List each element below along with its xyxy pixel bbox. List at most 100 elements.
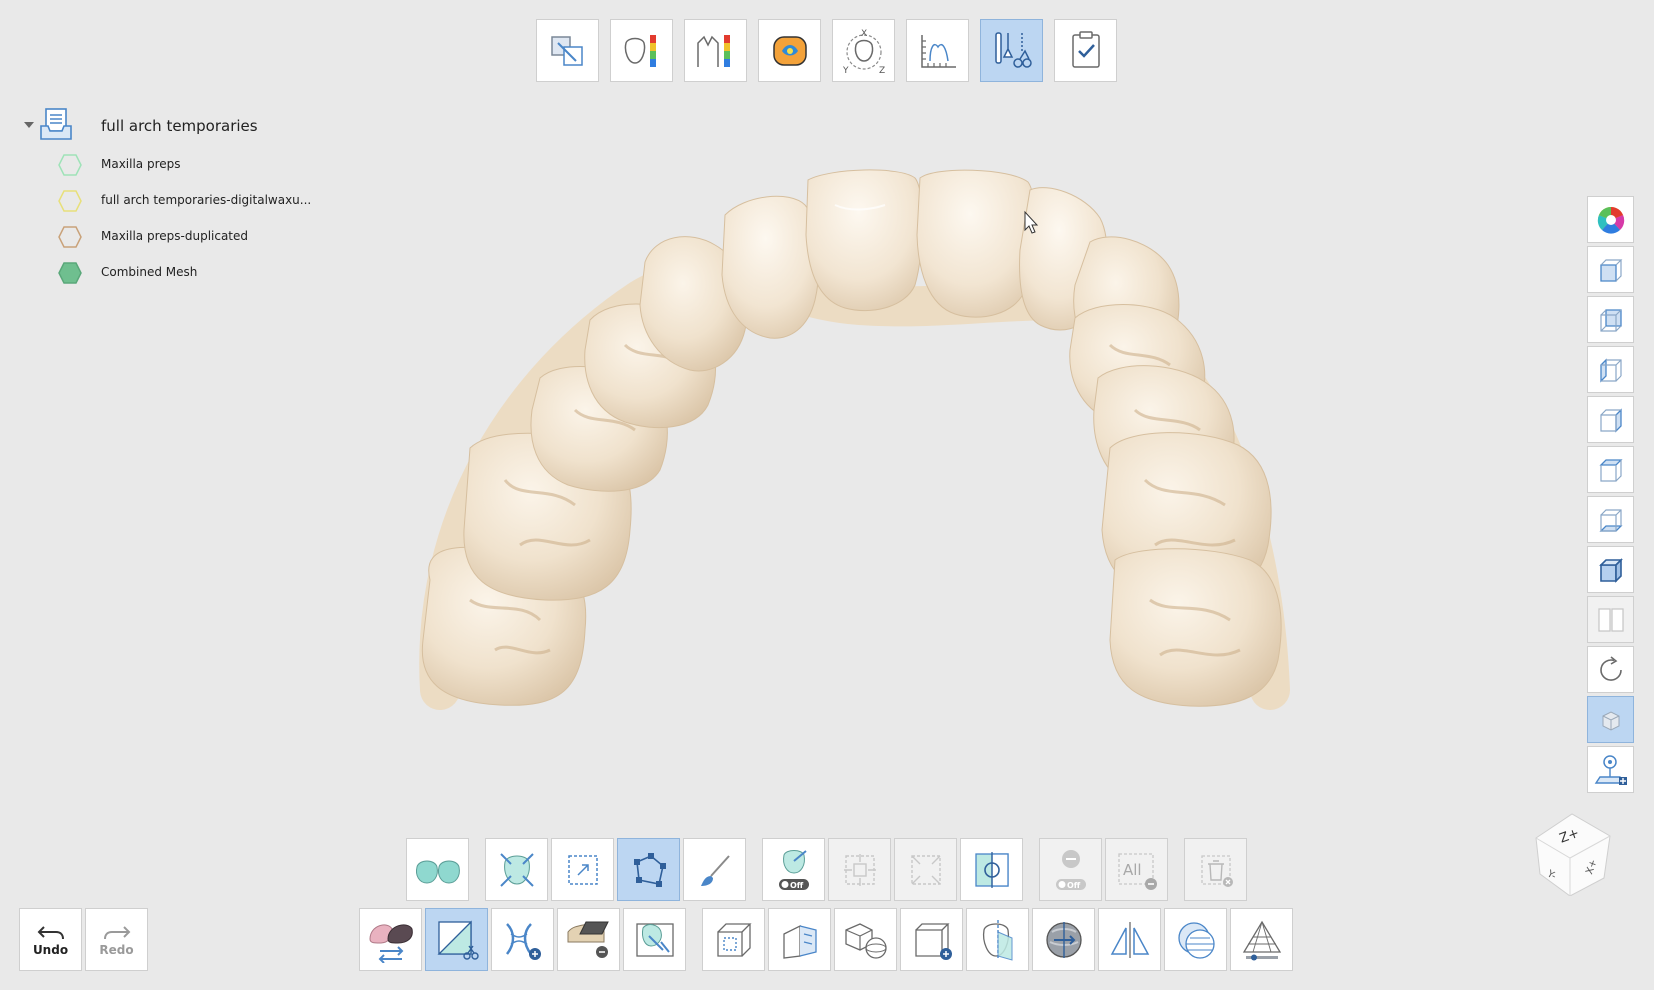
tool-offset[interactable] xyxy=(1032,908,1095,971)
add-primitive-icon xyxy=(844,922,887,959)
invert-selection-icon xyxy=(974,851,1009,888)
top-tool-complete[interactable] xyxy=(1054,19,1117,82)
tool-mirror[interactable] xyxy=(1098,908,1161,971)
occlusion-map-icon xyxy=(772,35,807,66)
sphere-icon xyxy=(1177,921,1215,959)
redo-label: Redo xyxy=(99,942,134,957)
redo-arrow-icon xyxy=(103,925,130,939)
alignment-icon xyxy=(550,35,583,66)
tool-deselect[interactable]: Off xyxy=(1039,838,1102,901)
tool-remesh[interactable] xyxy=(1230,908,1293,971)
mesh-edit-tools-icon xyxy=(994,31,1032,68)
tool-fit-to-view[interactable] xyxy=(485,838,548,901)
tree-item-label[interactable]: Maxilla preps-duplicated xyxy=(101,229,248,243)
delete-selection-icon xyxy=(1200,854,1233,887)
camera-view-icon xyxy=(1594,754,1627,785)
tool-plane-cut[interactable] xyxy=(966,908,1029,971)
deselect-off-icon: Off xyxy=(1055,849,1086,890)
tool-cut-mesh[interactable] xyxy=(425,908,488,971)
right-tool-render[interactable] xyxy=(1587,696,1634,743)
polygon-select-icon xyxy=(633,852,666,887)
undo-label: Undo xyxy=(32,942,69,957)
tool-shrink-selection[interactable] xyxy=(894,838,957,901)
box-cube-icon xyxy=(716,922,752,957)
color-wheel-icon xyxy=(1597,206,1624,234)
project-title[interactable]: full arch temporaries xyxy=(101,117,258,135)
top-tool-mesh-edit[interactable] xyxy=(980,19,1043,82)
deselect-all-text: All xyxy=(1123,861,1142,879)
view-top-cube-icon xyxy=(1598,458,1623,482)
rectangle-select-icon xyxy=(567,854,598,885)
tool-switch-mesh[interactable] xyxy=(359,908,422,971)
cut-mesh-icon xyxy=(436,919,479,960)
mesh-visibility-hexagon-icon[interactable] xyxy=(58,190,82,212)
redo-button[interactable]: Redo xyxy=(85,908,148,971)
top-tool-measure[interactable] xyxy=(906,19,969,82)
tool-polygon-select[interactable] xyxy=(617,838,680,901)
mesh-visibility-hexagon-icon[interactable] xyxy=(58,154,82,176)
top-tool-alignment[interactable] xyxy=(536,19,599,82)
complete-checklist-icon xyxy=(1071,30,1100,68)
tool-deselect-all[interactable]: All xyxy=(1105,838,1168,901)
tooth-right-central-incisor xyxy=(916,169,1036,318)
top-tool-cross-section[interactable] xyxy=(684,19,747,82)
deselect-all-icon: All xyxy=(1117,852,1157,890)
tool-add-primitive[interactable] xyxy=(834,908,897,971)
right-tool-camera[interactable] xyxy=(1587,746,1634,793)
tool-expand-selection[interactable] xyxy=(828,838,891,901)
tool-show-both-meshes[interactable] xyxy=(406,838,469,901)
svg-text:Y: Y xyxy=(842,66,849,75)
tool-add-bridge[interactable] xyxy=(491,908,554,971)
fit-to-view-icon xyxy=(499,852,534,887)
svg-text:X: X xyxy=(861,29,867,39)
offset-icon xyxy=(1045,921,1082,958)
right-tool-bottom[interactable] xyxy=(1587,496,1634,543)
view-left-cube-icon xyxy=(1599,357,1622,383)
3d-viewport[interactable] xyxy=(0,0,1654,990)
tooth-left-lateral-incisor xyxy=(721,195,820,339)
right-tool-front[interactable] xyxy=(1587,246,1634,293)
mesh-visibility-hexagon-icon[interactable] xyxy=(58,262,82,284)
top-tool-thickness[interactable] xyxy=(610,19,673,82)
tool-delete-selection[interactable] xyxy=(1184,838,1247,901)
mesh-visibility-hexagon-icon[interactable] xyxy=(58,226,82,248)
shrink-selection-icon xyxy=(910,854,941,885)
right-tool-solid[interactable] xyxy=(1587,546,1634,593)
right-tool-left[interactable] xyxy=(1587,346,1634,393)
mirror-icon xyxy=(1110,921,1149,958)
expand-collapse-arrow-icon[interactable] xyxy=(23,120,35,130)
tooth-left-central-incisor xyxy=(805,169,923,312)
tool-add-box[interactable] xyxy=(900,908,963,971)
tree-item-label[interactable]: Maxilla preps xyxy=(101,157,181,171)
tree-item-label[interactable]: full arch temporaries-digitalwaxu... xyxy=(101,193,311,207)
tool-rectangle-select[interactable] xyxy=(551,838,614,901)
tool-smooth-surface[interactable] xyxy=(557,908,620,971)
orientation-view-cube[interactable]: Z+ X+ Y- xyxy=(1530,808,1618,896)
xyz-rotation-icon: X Y Z xyxy=(842,29,885,75)
right-tool-back[interactable] xyxy=(1587,296,1634,343)
view-right-cube-icon xyxy=(1599,407,1622,433)
tool-sphere[interactable] xyxy=(1164,908,1227,971)
top-tool-xyz[interactable]: X Y Z xyxy=(832,19,895,82)
undo-button[interactable]: Undo xyxy=(19,908,82,971)
tree-item-label[interactable]: Combined Mesh xyxy=(101,265,197,279)
tool-brush-select[interactable] xyxy=(683,838,746,901)
extrude-surface-icon xyxy=(782,924,817,959)
right-tool-top[interactable] xyxy=(1587,446,1634,493)
tool-through-select[interactable]: Off xyxy=(762,838,825,901)
tool-invert-selection[interactable] xyxy=(960,838,1023,901)
reset-rotate-icon xyxy=(1599,655,1622,681)
right-tool-split[interactable] xyxy=(1587,596,1634,643)
top-tool-occlusion[interactable] xyxy=(758,19,821,82)
tool-box-cube[interactable] xyxy=(702,908,765,971)
right-tool-color[interactable] xyxy=(1587,196,1634,243)
tool-extrude-surface[interactable] xyxy=(768,908,831,971)
cross-section-deviation-icon xyxy=(696,34,730,67)
right-tool-right[interactable] xyxy=(1587,396,1634,443)
project-folder-icon xyxy=(40,108,72,140)
right-tool-reset-rotate[interactable] xyxy=(1587,646,1634,693)
view-back-cube-icon xyxy=(1599,308,1622,332)
remesh-icon xyxy=(1242,920,1281,960)
undo-arrow-icon xyxy=(37,925,64,939)
tool-sculpt[interactable] xyxy=(623,908,686,971)
